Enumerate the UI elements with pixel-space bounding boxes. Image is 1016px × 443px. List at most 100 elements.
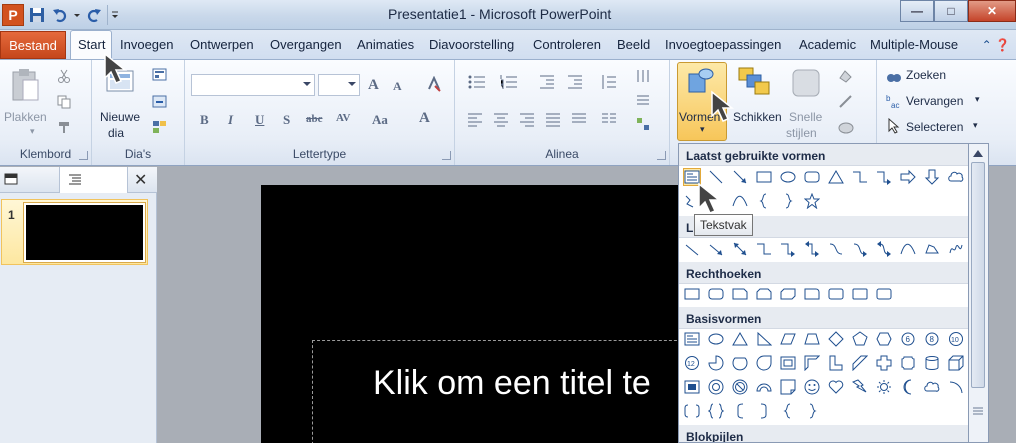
rect-shape-5[interactable] xyxy=(779,285,797,303)
align-center-icon[interactable] xyxy=(493,112,509,128)
moon-shape[interactable] xyxy=(899,378,917,396)
smartart-icon[interactable] xyxy=(635,116,651,132)
rect-shape-9[interactable] xyxy=(875,285,893,303)
tab-ontwerpen[interactable]: Ontwerpen xyxy=(190,37,254,52)
bold-button[interactable]: B xyxy=(200,112,209,128)
cloud-shape[interactable] xyxy=(923,378,941,396)
parallelogram-shape[interactable] xyxy=(779,330,797,348)
clear-formatting-icon[interactable] xyxy=(426,76,442,92)
elbow-arrow-connector-shape[interactable] xyxy=(875,168,893,186)
diamond-shape[interactable] xyxy=(827,330,845,348)
dodecagon-shape[interactable]: 12 xyxy=(683,354,701,372)
curve-shape-2[interactable] xyxy=(899,240,917,258)
arrange-icon[interactable] xyxy=(737,66,771,98)
octagon-shape[interactable]: 8 xyxy=(923,330,941,348)
rect-shape-8[interactable] xyxy=(851,285,869,303)
lightning-bolt-shape[interactable] xyxy=(851,378,869,396)
cloud-callout-shape[interactable] xyxy=(947,168,965,186)
arrow-line-shape[interactable] xyxy=(731,168,749,186)
reset-icon[interactable] xyxy=(152,95,168,109)
tab-outline[interactable] xyxy=(60,167,128,193)
help-icon[interactable]: ⌃ ❓ xyxy=(982,38,1010,52)
select-icon[interactable] xyxy=(886,118,902,134)
rounded-rectangle-shape[interactable] xyxy=(803,168,821,186)
cut-icon[interactable] xyxy=(57,69,71,83)
customize-icon[interactable] xyxy=(107,5,121,25)
rectangle-shape[interactable] xyxy=(755,168,773,186)
font-color-button[interactable]: A xyxy=(419,110,430,127)
tab-invoegtoepassingen[interactable]: Invoegtoepassingen xyxy=(665,37,781,52)
format-painter-icon[interactable] xyxy=(57,120,71,134)
curved-arrow-connector-shape[interactable] xyxy=(851,240,869,258)
shapes-dropdown-icon[interactable]: ▾ xyxy=(700,124,705,135)
trapezoid-shape[interactable] xyxy=(803,330,821,348)
double-brace-shape[interactable] xyxy=(707,402,725,420)
heptagon-shape[interactable]: 6 xyxy=(899,330,917,348)
klembord-launcher-icon[interactable] xyxy=(79,151,88,160)
star-shape[interactable] xyxy=(803,192,821,210)
pentagon-shape[interactable] xyxy=(851,330,869,348)
tab-animaties[interactable]: Animaties xyxy=(357,37,414,52)
can-shape[interactable] xyxy=(923,354,941,372)
heart-shape[interactable] xyxy=(827,378,845,396)
smiley-face-shape[interactable] xyxy=(803,378,821,396)
double-bracket-shape[interactable] xyxy=(683,402,701,420)
tab-file[interactable]: Bestand xyxy=(0,31,66,59)
close-panel-icon[interactable]: ✕ xyxy=(134,170,147,190)
distributed-icon[interactable] xyxy=(571,112,587,128)
sun-shape[interactable] xyxy=(875,378,893,396)
cube-shape[interactable] xyxy=(947,354,965,372)
quick-styles-label-1[interactable]: Snelle xyxy=(789,110,822,124)
line-spacing-icon[interactable] xyxy=(601,74,617,90)
folded-corner-shape[interactable] xyxy=(779,378,797,396)
curved-double-arrow-shape[interactable] xyxy=(875,240,893,258)
l-shape[interactable] xyxy=(827,354,845,372)
plaque-shape[interactable] xyxy=(899,354,917,372)
text-direction-icon[interactable] xyxy=(635,68,651,84)
font-size-combobox[interactable] xyxy=(318,74,360,96)
decagon-shape[interactable]: 10 xyxy=(947,330,965,348)
replace-label[interactable]: Vervangen xyxy=(906,94,963,108)
underline-button[interactable]: U xyxy=(255,112,264,128)
tab-slides[interactable] xyxy=(0,167,60,193)
tab-start[interactable]: Start xyxy=(78,37,105,52)
powerpoint-logo-icon[interactable]: P xyxy=(2,4,24,26)
scribble-shape[interactable] xyxy=(947,240,965,258)
right-bracket-shape[interactable] xyxy=(755,402,773,420)
freeform-shape-2[interactable] xyxy=(923,240,941,258)
tab-overgangen[interactable]: Overgangen xyxy=(270,37,342,52)
right-brace-shape[interactable] xyxy=(779,192,797,210)
donut-shape[interactable] xyxy=(707,378,725,396)
curve-shape[interactable] xyxy=(731,192,749,210)
paste-icon[interactable] xyxy=(10,68,40,102)
tab-multiple-mouse[interactable]: Multiple-Mouse xyxy=(870,37,958,52)
oval-shape[interactable] xyxy=(779,168,797,186)
basic-textbox-shape[interactable] xyxy=(683,330,701,348)
bullets-icon[interactable] xyxy=(467,74,487,90)
title-placeholder[interactable]: Klik om een titel te xyxy=(312,340,692,443)
basic-triangle-shape[interactable] xyxy=(731,330,749,348)
paste-label[interactable]: Plakken xyxy=(4,110,47,124)
no-symbol-shape[interactable] xyxy=(731,378,749,396)
decrease-indent-icon[interactable] xyxy=(539,74,555,90)
rect-shape-7[interactable] xyxy=(827,285,845,303)
section-icon[interactable] xyxy=(152,120,168,134)
left-brace-shape[interactable] xyxy=(755,192,773,210)
shrink-font-button[interactable]: A xyxy=(393,79,402,94)
cross-shape[interactable] xyxy=(875,354,893,372)
rect-shape-3[interactable] xyxy=(731,285,749,303)
elbow-arrow-shape-2[interactable] xyxy=(779,240,797,258)
rect-shape-4[interactable] xyxy=(755,285,773,303)
arrow-shape-2[interactable] xyxy=(707,240,725,258)
tab-diavoorstelling[interactable]: Diavoorstelling xyxy=(429,37,514,52)
increase-indent-icon[interactable] xyxy=(567,74,583,90)
shape-fill-icon[interactable] xyxy=(837,68,855,84)
scroll-up-icon[interactable] xyxy=(972,148,984,158)
columns-icon[interactable] xyxy=(601,112,617,128)
select-label[interactable]: Selecteren xyxy=(906,120,963,134)
tab-invoegen[interactable]: Invoegen xyxy=(120,37,174,52)
align-text-icon[interactable] xyxy=(635,92,651,108)
shadow-button[interactable]: S xyxy=(283,112,290,128)
new-slide-label-2[interactable]: dia xyxy=(108,126,124,140)
grow-font-button[interactable]: A xyxy=(368,77,379,94)
